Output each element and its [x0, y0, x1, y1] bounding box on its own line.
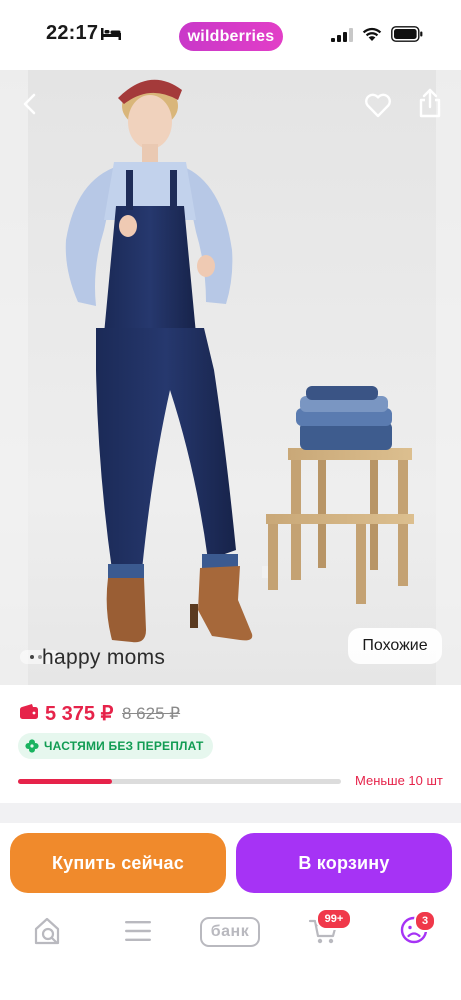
profile-badge: 3: [414, 910, 436, 932]
jeans-stack: [296, 386, 392, 450]
back-arrow-icon[interactable]: [18, 92, 42, 116]
bed-icon: [101, 28, 121, 40]
status-bar: 22:17 wildberries: [0, 0, 461, 70]
brand-logo: wildberries: [179, 22, 283, 51]
cart-badge: 99+: [316, 908, 352, 930]
wallet-icon: [20, 704, 38, 719]
installment-badge[interactable]: ЧАСТЯМИ БЕЗ ПЕРЕПЛАТ: [18, 733, 214, 759]
share-icon[interactable]: [418, 88, 442, 118]
section-divider: [0, 803, 461, 823]
stock-progress-bar: [18, 779, 341, 784]
current-price: 5 375 ₽: [45, 703, 114, 725]
brand-label: happy moms: [42, 646, 166, 669]
home-search-icon[interactable]: [33, 916, 61, 946]
product-photo: [0, 70, 461, 685]
clover-icon: [25, 739, 39, 753]
signal-icon: [331, 28, 353, 42]
price-card: 5 375 ₽ 8 625 ₽ ЧАСТЯМИ БЕЗ ПЕРЕПЛАТ Мен…: [0, 685, 461, 803]
battery-icon: [391, 26, 423, 42]
catalog-menu-icon[interactable]: [125, 920, 151, 942]
pager-dot: [30, 655, 34, 659]
bottom-tab-bar: банк 99+ 3: [0, 900, 461, 1000]
installment-label: ЧАСТЯМИ БЕЗ ПЕРЕПЛАТ: [44, 739, 204, 753]
status-time: 22:17: [46, 22, 99, 44]
product-image[interactable]: happy moms Похожие: [0, 70, 461, 685]
add-to-cart-button[interactable]: В корзину: [236, 833, 452, 893]
buy-now-button[interactable]: Купить сейчас: [10, 833, 226, 893]
stock-progress-fill: [18, 779, 112, 784]
old-price: 8 625 ₽: [122, 704, 181, 723]
heart-icon[interactable]: [364, 92, 392, 118]
stock-text: Меньше 10 шт: [355, 773, 443, 788]
wifi-icon: [362, 27, 382, 41]
bank-icon[interactable]: банк: [200, 917, 260, 947]
similar-button[interactable]: Похожие: [348, 628, 442, 664]
